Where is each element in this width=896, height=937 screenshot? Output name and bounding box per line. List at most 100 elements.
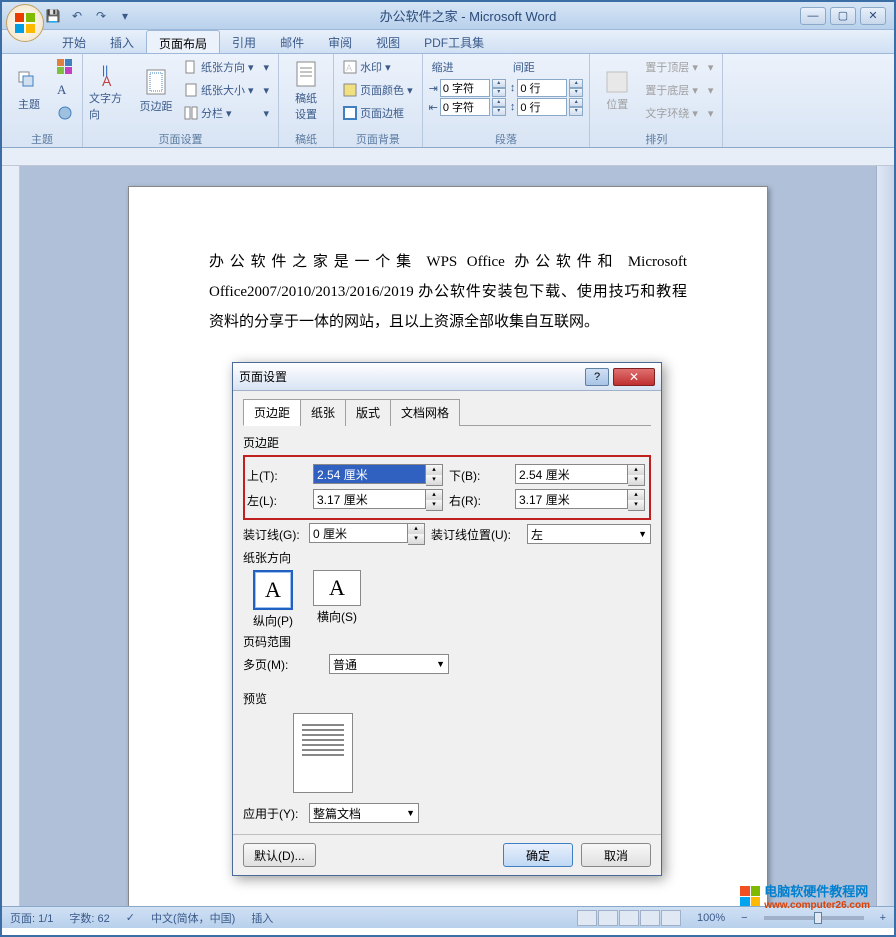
close-button[interactable]: ✕	[860, 7, 886, 25]
ok-button[interactable]: 确定	[503, 843, 573, 867]
page-setup-dialog: 页面设置 ? ✕ 页边距 纸张 版式 文档网格 页边距 上(T): ▴▾ 下(B…	[232, 362, 662, 876]
group-bg-label: 页面背景	[340, 131, 416, 147]
margins-button[interactable]: 页边距	[135, 56, 177, 126]
theme-colors-icon[interactable]	[54, 56, 76, 78]
gutter-label: 装订线(G):	[243, 526, 303, 543]
spin-up-icon[interactable]: ▴	[492, 79, 506, 88]
save-icon[interactable]: 💾	[42, 5, 64, 27]
page-color-button[interactable]: 页面颜色 ▾	[340, 79, 416, 101]
apply-to-combo[interactable]: 整篇文档▼	[309, 803, 419, 823]
multi-page-combo[interactable]: 普通▼	[329, 654, 449, 674]
orient-section-label: 纸张方向	[243, 549, 651, 566]
spin-down-icon[interactable]: ▾	[492, 88, 506, 97]
document-text[interactable]: 办公软件之家是一个集 WPS Office 办公软件和 Microsoft Of…	[209, 247, 687, 337]
margins-label: 页边距	[140, 98, 173, 114]
spin-up-icon[interactable]: ▴	[426, 465, 442, 475]
status-lang[interactable]: 中文(简体，中国)	[151, 910, 235, 926]
columns-button[interactable]: 分栏 ▾	[181, 102, 257, 124]
dropdown-icon: ▼	[638, 529, 647, 539]
margin-bottom-input[interactable]	[515, 464, 628, 484]
position-button: 位置	[596, 56, 638, 126]
view-print-icon[interactable]	[577, 910, 597, 926]
default-button[interactable]: 默认(D)...	[243, 843, 316, 867]
status-words[interactable]: 字数: 62	[69, 910, 109, 926]
window-title: 办公软件之家 - Microsoft Word	[136, 6, 800, 25]
space-after-input[interactable]	[517, 98, 567, 116]
size-button[interactable]: 纸张大小 ▾	[181, 79, 257, 101]
zoom-in-icon[interactable]: +	[880, 912, 886, 924]
minimize-button[interactable]: —	[800, 7, 826, 25]
status-proof-icon[interactable]: ✓	[126, 911, 135, 924]
dialog-close-button[interactable]: ✕	[613, 368, 655, 386]
theme-fonts-icon[interactable]: A	[54, 79, 76, 101]
space-before-input[interactable]	[517, 79, 567, 97]
maximize-button[interactable]: ▢	[830, 7, 856, 25]
office-button[interactable]	[6, 4, 44, 42]
indent-left-input[interactable]	[440, 79, 490, 97]
text-direction-button[interactable]: ||A 文字方向	[89, 56, 131, 126]
tab-mail[interactable]: 邮件	[268, 30, 316, 53]
hyphenation-icon[interactable]: ▾	[261, 102, 273, 124]
orientation-button[interactable]: 纸张方向 ▾	[181, 56, 257, 78]
svg-text:A: A	[102, 73, 112, 88]
orient-landscape[interactable]: A 横向(S)	[313, 570, 361, 629]
watermark: 电脑软硬件教程网 www.computer26.com	[740, 881, 870, 911]
spacing-header: 间距	[510, 56, 584, 78]
dialog-tabs: 页边距 纸张 版式 文档网格	[243, 399, 651, 426]
zoom-out-icon[interactable]: −	[741, 912, 747, 924]
watermark-button[interactable]: A水印 ▾	[340, 56, 416, 78]
preview-section-label: 预览	[243, 690, 651, 707]
margin-top-input[interactable]	[313, 464, 426, 484]
page-border-button[interactable]: 页面边框	[340, 102, 416, 124]
indent-right-input[interactable]	[440, 98, 490, 116]
svg-text:A: A	[346, 63, 352, 73]
rotate-icon: ▾	[705, 102, 717, 124]
undo-icon[interactable]: ↶	[66, 5, 88, 27]
align-icon: ▾	[705, 56, 717, 78]
tab-references[interactable]: 引用	[220, 30, 268, 53]
redo-icon[interactable]: ↷	[90, 5, 112, 27]
tab-home[interactable]: 开始	[50, 30, 98, 53]
breaks-icon[interactable]: ▾	[261, 56, 273, 78]
ribbon: 主题 A 主题 ||A 文字方向 页边距 纸张方向 ▾ 纸张大小 ▾ 分栏 ▾	[2, 54, 894, 148]
tab-view[interactable]: 视图	[364, 30, 412, 53]
tab-page-layout[interactable]: 页面布局	[146, 30, 220, 53]
status-zoom[interactable]: 100%	[697, 912, 725, 924]
theme-effects-icon[interactable]	[54, 102, 76, 124]
dialog-tab-grid[interactable]: 文档网格	[390, 399, 460, 426]
view-outline-icon[interactable]	[640, 910, 660, 926]
view-draft-icon[interactable]	[661, 910, 681, 926]
horizontal-ruler[interactable]	[2, 148, 894, 166]
dialog-titlebar[interactable]: 页面设置 ? ✕	[233, 363, 661, 391]
orient-portrait[interactable]: A 纵向(P)	[253, 570, 293, 629]
view-web-icon[interactable]	[619, 910, 639, 926]
qat-dropdown-icon[interactable]: ▾	[114, 5, 136, 27]
gutter-pos-combo[interactable]: 左▼	[527, 524, 651, 544]
tab-pdf[interactable]: PDF工具集	[412, 30, 496, 53]
margin-left-input[interactable]	[313, 489, 426, 509]
status-mode[interactable]: 插入	[251, 910, 273, 926]
tab-review[interactable]: 审阅	[316, 30, 364, 53]
group-para-label: 段落	[429, 131, 584, 147]
vertical-ruler[interactable]	[2, 166, 20, 906]
dialog-tab-paper[interactable]: 纸张	[300, 399, 346, 426]
margin-right-label: 右(R):	[449, 492, 509, 509]
line-numbers-icon[interactable]: ▾	[261, 79, 273, 101]
draft-settings-button[interactable]: 稿纸 设置	[285, 56, 327, 126]
dialog-tab-margins[interactable]: 页边距	[243, 399, 301, 426]
zoom-slider[interactable]	[764, 916, 864, 920]
tab-insert[interactable]: 插入	[98, 30, 146, 53]
indent-right-icon: ⇤	[429, 101, 438, 114]
dialog-help-button[interactable]: ?	[585, 368, 609, 386]
themes-button[interactable]: 主题	[8, 56, 50, 126]
cancel-button[interactable]: 取消	[581, 843, 651, 867]
gutter-input[interactable]	[309, 523, 408, 543]
margin-bottom-label: 下(B):	[449, 467, 509, 484]
vertical-scrollbar[interactable]	[876, 166, 894, 906]
dropdown-icon: ▼	[406, 808, 415, 818]
spin-down-icon[interactable]: ▾	[426, 475, 442, 485]
margin-right-input[interactable]	[515, 489, 628, 509]
dialog-tab-layout[interactable]: 版式	[345, 399, 391, 426]
view-fullscreen-icon[interactable]	[598, 910, 618, 926]
status-page[interactable]: 页面: 1/1	[10, 910, 53, 926]
